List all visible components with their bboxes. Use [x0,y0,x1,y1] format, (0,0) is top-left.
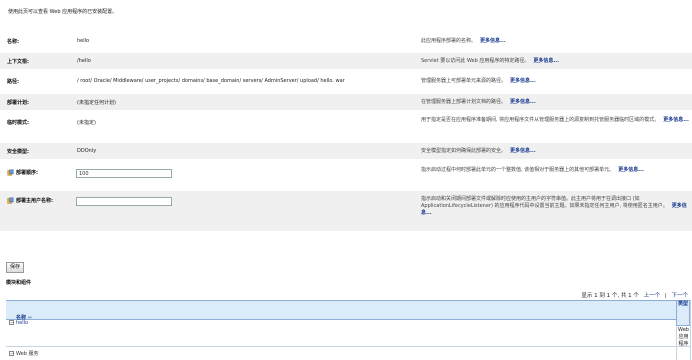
field-description: 指示启动和关闭期间部署文件或解除时应使用的主用户的字符串值。此主用户将用于在调出… [421,196,687,216]
collapse-toggle-icon[interactable]: − [9,320,14,326]
field-value: hello [77,38,90,44]
field-description: 此应用程序部署的名称。 更多信息... [421,38,506,44]
field-label: 部署计划: [7,100,29,106]
field-label: 部署顺序: [7,169,38,176]
field-description: Servlet 要以访问此 Web 应用程序的特定路径。 更多信息... [421,58,560,64]
collapse-toggle-icon[interactable]: − [9,351,14,357]
save-button[interactable]: 保存 [6,262,25,273]
config-edit-icon [7,197,14,204]
field-value: (未指定) [77,120,96,126]
field-value: / root/ Oracle/ Middleware/ user_project… [77,78,345,84]
field-row-context-root: 上下文根: /hello Servlet 要以访问此 Web 应用程序的特定路径… [0,53,692,69]
field-value: DDOnly [77,148,97,154]
deployment-principal-name-input[interactable] [76,197,172,206]
field-description: 在管理服务器上部署计划文档的路径。 更多信息... [421,99,536,105]
more-info-link[interactable]: 更多信息... [533,58,559,64]
pager-next-link[interactable]: 下一个 [671,293,688,299]
table-row: − Web 服务 [9,350,39,357]
field-row-path: 路径: / root/ Oracle/ Middleware/ user_pro… [0,73,692,89]
field-row-deployment-plan: 部署计划: (未指定任何计划) 在管理服务器上部署计划文档的路径。 更多信息... [0,94,692,110]
field-label: 临时模式: [7,120,29,126]
field-label: 安全模型: [7,149,29,155]
more-info-link[interactable]: 更多信息... [618,167,644,173]
modules-table-header: 名称 ⇔ [6,300,684,321]
field-label: 部署主用户名称: [7,197,53,204]
table-right-border [690,300,691,360]
field-label: 路径: [7,79,19,85]
column-header-type[interactable]: 类型 [676,300,690,326]
field-description: 管理服务器上可部署单元来源的路径。 更多信息... [421,78,536,84]
field-description: 用于指定是否在应用程序准备期间, 将应用程序文件从管理服务器上的源复制到托管服务… [421,117,689,123]
field-description: 安全模型指定如何确保此部署的安全。 更多信息... [421,148,536,154]
more-info-link[interactable]: 更多信息... [480,38,506,44]
pager-prev-link[interactable]: 上一个 [644,293,661,299]
field-description: 指示启动过程中何时部署此单元的一个整数值, 该值相对于服务器上的其他可部署单元。… [421,167,644,173]
module-type: Web 应用程序 [678,327,689,347]
pager-status: 显示 1 到 1 个, 共 1 个 [581,293,639,299]
module-name-link[interactable]: hello [16,320,28,326]
table-row-divider [6,346,690,347]
field-value: /hello [77,58,91,64]
pager: 显示 1 到 1 个, 共 1 个 上一个 | 下一个 [578,291,688,299]
modules-section-title: 模块和组件 [6,280,32,286]
field-value: (未指定任何计划) [77,100,116,106]
pager-separator: | [664,293,667,299]
page-intro: 使用此页可以查看 Web 应用程序的已安装配置。 [8,9,118,15]
field-row-deployment-order: 部署顺序: 100 指示启动过程中何时部署此单元的一个整数值, 该值相对于服务器… [0,163,692,185]
field-row-name: 名称: hello 此应用程序部署的名称。 更多信息... [0,34,692,48]
more-info-link[interactable]: 更多信息... [510,78,536,84]
field-label: 名称: [7,39,19,45]
field-row-security-model: 安全模型: DDOnly 安全模型指定如何确保此部署的安全。 更多信息... [0,143,692,159]
more-info-link[interactable]: 更多信息... [510,148,536,154]
config-edit-icon [7,169,14,176]
sort-arrows-icon: ⇔ [27,315,32,321]
more-info-link[interactable]: 更多信息... [663,117,689,123]
field-label: 上下文根: [7,59,29,65]
module-group-name: Web 服务 [16,351,39,357]
table-row: − hello [9,320,28,326]
field-row-deployment-principal: 部署主用户名称: 指示启动和关闭期间部署文件或解除时应使用的主用户的字符串值。此… [0,191,692,231]
deployment-order-input[interactable]: 100 [76,169,172,178]
field-row-staging-mode: 临时模式: (未指定) 用于指定是否在应用程序准备期间, 将应用程序文件从管理服… [0,113,692,138]
more-info-link[interactable]: 更多信息... [510,99,536,105]
